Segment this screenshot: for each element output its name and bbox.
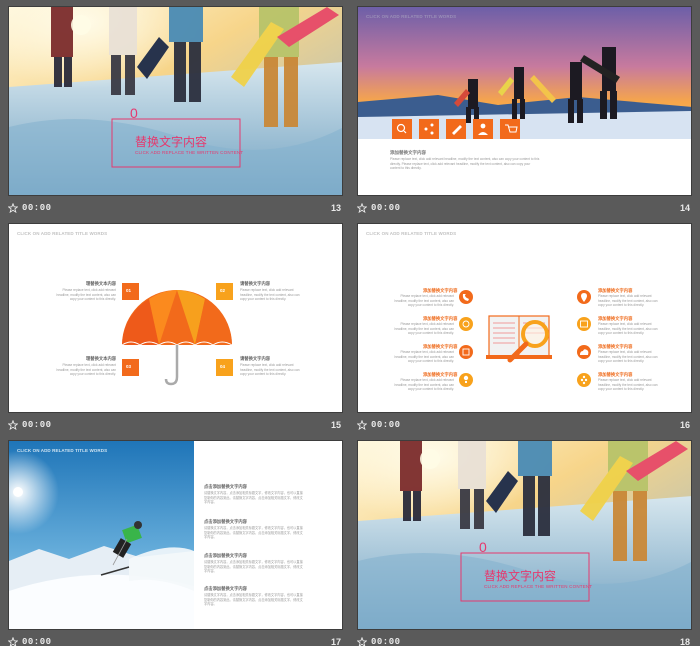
slide-number: 18 [679,637,690,646]
slide-number: 14 [679,203,690,213]
orange-icon-user-icon[interactable] [473,119,493,139]
slide-16-footer: 00:00 16 [357,418,692,434]
slide-18-footer: 00:00 18 [357,635,692,646]
slide-18-canvas[interactable]: 0 替换文字内容 CLICK ADD REPLACE THE WRITTEN C… [357,440,692,630]
para-body: 请替换文字内容，点击添加相关标题文字，修改文字内容，也可以直接复制你的内容到此。… [204,593,303,606]
title-zero: 0 [479,539,487,555]
para-body: 请替换文字内容，点击添加相关标题文字，修改文字内容，也可以直接复制你的内容到此。… [204,560,303,573]
item-title: 请替换文字内容 [240,356,271,361]
slide-13-footer: 00:00 13 [8,201,343,217]
slide-header: CLICK ON ADD RELATED TITLE WORDS [17,448,108,453]
para-title: 点击添加替换文字内容 [204,520,247,525]
item-body: Please replace text, click add relevant … [598,294,658,307]
item-number: 01 [126,288,132,293]
item-body: Please replace text, click add relevant … [394,294,454,307]
para-title: 点击添加替换文字内容 [204,587,247,592]
item-body: Please replace text, click add relevant … [240,363,300,376]
slide-17-canvas[interactable]: CLICK ON ADD RELATED TITLE WORDS 点击添加替换文… [8,440,343,630]
orange-icon-share-icon[interactable] [419,119,439,139]
cloud-icon [577,345,591,359]
phone-icon [459,290,473,304]
text-block-body: Please replace text, click add relevant … [390,157,540,170]
para-title: 点击添加替换文字内容 [204,554,247,559]
slide-number: 13 [330,203,341,213]
slide-number: 15 [330,420,341,430]
item-body: Please replace text, click add relevant … [598,322,658,335]
slide-15-footer: 00:00 15 [8,418,343,434]
item-body: Please replace text, click add relevant … [598,378,658,391]
slide-subtitle: CLICK ADD REPLACE THE WRITTEN CONTENT [135,150,244,155]
orange-icon-pen-icon[interactable] [446,119,466,139]
star-icon[interactable] [357,420,367,430]
skier-photo [9,441,194,629]
slide-header: CLICK ON ADD RELATED TITLE WORDS [366,14,457,19]
star-icon[interactable] [8,637,18,646]
text-block-title: 添加替换文字内容 [390,150,426,155]
item-title: 请替换文字内容 [240,281,271,286]
star-icon[interactable] [8,420,18,430]
orange-icon-search-icon[interactable] [392,119,412,139]
item-body: Please replace text, click add relevant … [598,350,658,363]
item-body: Please replace text, click add relevant … [56,363,116,376]
slide-13-canvas[interactable]: 0 替换文字内容 CLICK ADD REPLACE THE WRITTEN C… [8,6,343,196]
slide-duration: 00:00 [22,203,52,213]
gear-icon [577,373,591,387]
title-zero: 0 [130,105,138,121]
item-body: Please replace text, click add relevant … [394,322,454,335]
slide-duration: 00:00 [22,637,52,646]
item-body: Please replace text, click add relevant … [394,350,454,363]
item-number: 02 [220,288,226,293]
slide-title: 替换文字内容 [484,569,557,583]
para-body: 请替换文字内容，点击添加相关标题文字，修改文字内容，也可以直接复制你的内容到此。… [204,526,303,539]
calendar-icon [459,345,473,359]
slide-duration: 00:00 [371,203,401,213]
orange-icon-cart-icon[interactable] [500,119,520,139]
snow-scene-photo [358,441,691,629]
slide-16-canvas[interactable]: CLICK ON ADD RELATED TITLE WORDS 添加替换文字内… [357,223,692,413]
item-body: Please replace text, click add relevant … [240,288,300,301]
snow-scene-photo [9,7,342,195]
para-body: 请替换文字内容，点击添加相关标题文字，修改文字内容，也可以直接复制你的内容到此。… [204,491,303,504]
item-number: 04 [220,364,226,369]
slide-duration: 00:00 [371,637,401,646]
globe-icon [459,317,473,331]
para-title: 点击添加替换文字内容 [204,485,247,490]
star-icon[interactable] [357,203,367,213]
item-title: 理替换文本内容 [86,356,117,361]
slide-subtitle: CLICK ADD REPLACE THE WRITTEN CONTENT [484,584,593,589]
slide-duration: 00:00 [22,420,52,430]
item-title: 理替换文本内容 [86,281,117,286]
item-body: Please replace text, click add relevant … [394,378,454,391]
star-icon[interactable] [8,203,18,213]
slide-15-canvas[interactable]: CLICK ON ADD RELATED TITLE WORDS 01 02 0… [8,223,343,413]
slide-title: 替换文字内容 [135,135,208,149]
slide-14-canvas[interactable]: CLICK ON ADD RELATED TITLE WORDS 添加替换文字内… [357,6,692,196]
slide-number: 16 [679,420,690,430]
star-icon[interactable] [357,637,367,646]
monitor-icon [577,317,591,331]
slide-17-footer: 00:00 17 [8,635,343,646]
item-body: Please replace text, click add relevant … [56,288,116,301]
slide-duration: 00:00 [371,420,401,430]
umbrella-icon [121,290,233,386]
lightbulb-icon [459,373,473,387]
slide-14-footer: 00:00 14 [357,201,692,217]
location-pin-icon [577,290,591,304]
item-number: 03 [126,364,132,369]
slide-number: 17 [330,637,341,646]
